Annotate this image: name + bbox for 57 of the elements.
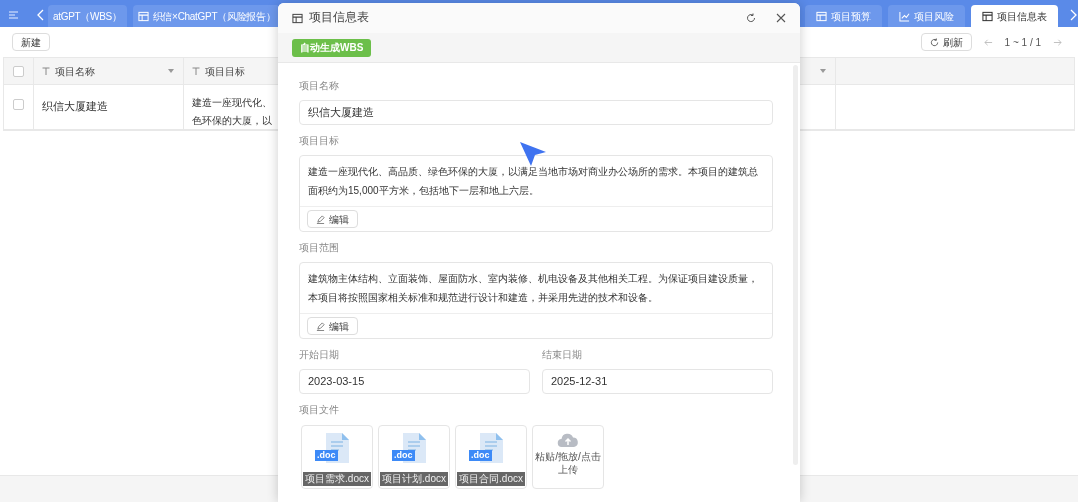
edit-button[interactable]: 编辑 [307,317,358,335]
file-name: 项目合同.docx [457,472,525,486]
refresh-icon[interactable] [746,13,756,23]
header-checkbox[interactable] [13,65,24,77]
file-thumbnail[interactable]: .doc 项目合同.docx [455,425,527,489]
text-field[interactable]: 织信大厦建造 [299,100,773,125]
rich-text-field[interactable]: 建筑物主体结构、立面装饰、屋面防水、室内装修、机电设备及其他相关工程。为保证项目建设质量，本项目将按照国家相关标准和规范进行设计和建造，并采用先进的技术和设备。 编辑 [299,262,773,339]
pencil-icon [316,214,325,224]
field-label: 开始日期 [299,348,340,362]
refresh-icon [929,37,939,47]
field-text: 建造一座现代化、高品质、绿色环保的大厦，以满足当地市场对商业办公场所的需求。本项目的建筑总面积约为15,000平方米，包括地下一层和地上六层。 [308,165,759,198]
date-field[interactable]: 2025-12-31 [542,369,773,394]
table-icon [137,10,149,22]
file-thumbnail[interactable]: .doc 项目计划.docx [378,425,450,489]
field-label: 结束日期 [542,348,583,362]
row-checkbox[interactable] [13,99,24,110]
table-icon [816,10,827,22]
table-cell-line: 色环保的大厦，以 [192,114,272,128]
caret-icon [819,68,827,74]
file-type-badge: .doc [469,450,492,461]
table-icon [292,12,303,24]
dialog-title: 项目信息表 [309,10,369,26]
pagination-text: 1 ~ 1 / 1 [1004,35,1041,50]
file-thumbnail[interactable]: .doc 项目需求.docx [301,425,373,489]
text-type-icon [192,67,200,75]
cloud-upload-icon [557,432,579,448]
caret-icon [167,68,175,74]
file-name: 项目计划.docx [380,472,448,486]
line-chart-icon [899,10,910,22]
close-icon[interactable] [776,13,786,23]
table-cell-line: 建造一座现代化、 [192,96,272,110]
edit-button[interactable]: 编辑 [307,210,358,228]
file-name: 项目需求.docx [303,472,371,486]
tab[interactable]: 项目信息表 [971,5,1058,27]
field-text: 建筑物主体结构、立面装饰、屋面防水、室内装修、机电设备及其他相关工程。为保证项目建设质量，本项目将按照国家相关标准和规范进行设计和建造，并采用先进的技术和设备。 [308,272,759,305]
menu-icon[interactable] [8,9,20,21]
text-type-icon [42,67,50,75]
field-label: 项目名称 [299,79,340,93]
rich-text-field[interactable]: 建造一座现代化、高品质、绿色环保的大厦，以满足当地市场对商业办公场所的需求。本项目的建筑总面积约为15,000平方米，包括地下一层和地上六层。 编辑 [299,155,773,232]
table-cell: 织信大厦建造 [34,85,184,129]
chevron-left-icon[interactable] [36,9,46,21]
field-label: 项目目标 [299,134,340,148]
file-type-badge: .doc [315,450,338,461]
arrow-right-icon[interactable] [1053,37,1062,47]
upload-text: 粘贴/拖放/点击上传 [534,450,602,476]
chevron-right-icon[interactable] [1068,9,1078,21]
upload-area[interactable]: 粘贴/拖放/点击上传 [532,425,604,489]
new-button[interactable]: 新建 [12,33,50,51]
field-label: 项目文件 [299,403,340,417]
file-type-badge: .doc [392,450,415,461]
pencil-icon [316,321,325,331]
field-label: 项目范围 [299,241,340,255]
arrow-left-icon[interactable] [983,37,993,47]
table-icon [982,10,993,22]
refresh-button[interactable]: 刷新 [920,33,972,51]
column-header[interactable]: 项目名称 [34,58,184,84]
date-field[interactable]: 2023-03-15 [299,369,530,394]
